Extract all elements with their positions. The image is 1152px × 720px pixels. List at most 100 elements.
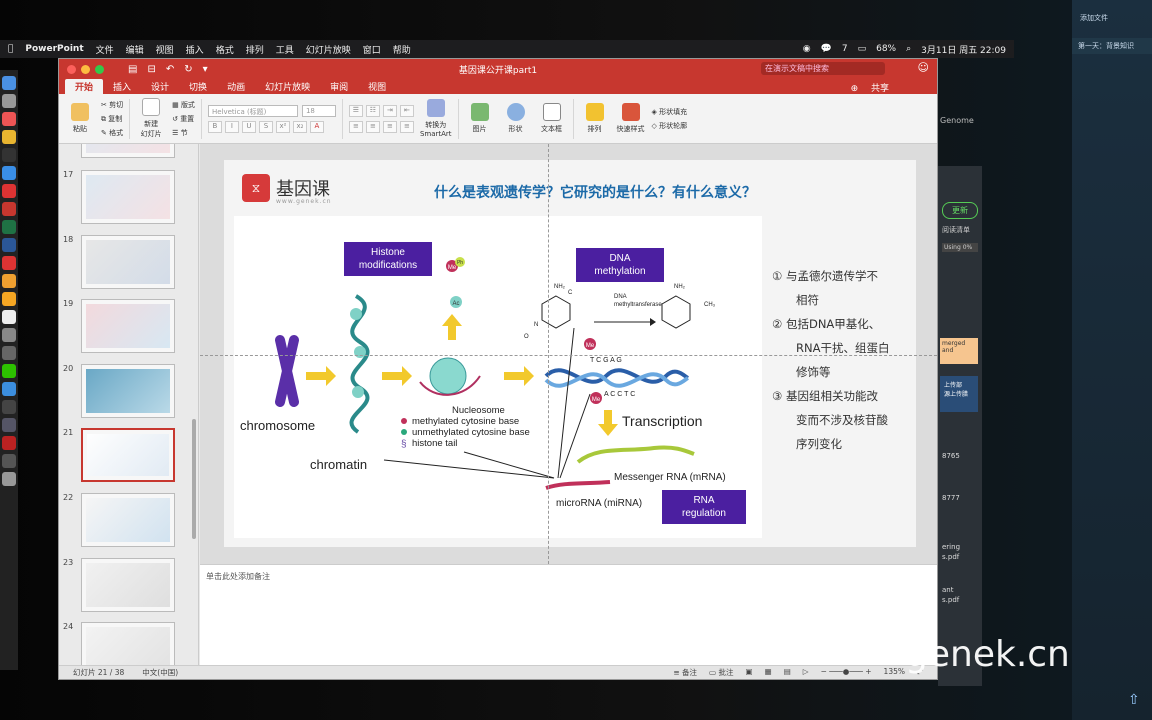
zoom-level[interactable]: 135% bbox=[884, 667, 905, 678]
terminal-icon[interactable] bbox=[2, 148, 16, 162]
tab-insert[interactable]: 插入 bbox=[103, 79, 141, 94]
slide-title[interactable]: 什么是表观遗传学？它研究的是什么？有什么意义？ bbox=[434, 182, 756, 202]
add-file-button[interactable]: 添加文件 bbox=[1080, 13, 1108, 23]
font-size-field[interactable]: 18 bbox=[301, 104, 336, 117]
tab-transitions[interactable]: 切换 bbox=[179, 79, 217, 94]
search-input[interactable]: 在演示文稿中搜索 bbox=[761, 62, 885, 75]
app-icon[interactable] bbox=[2, 328, 16, 342]
slide-editing-canvas[interactable]: ⧖ 基因课 www.genek.cn 什么是表观遗传学？它研究的是什么？有什么意… bbox=[200, 144, 937, 564]
subscript-button[interactable]: x₂ bbox=[292, 120, 307, 133]
app-icon[interactable] bbox=[2, 292, 16, 306]
font-color-button[interactable]: A bbox=[309, 120, 324, 133]
slide-thumbnail[interactable] bbox=[81, 622, 175, 666]
finder-icon[interactable] bbox=[2, 76, 16, 90]
word-icon[interactable] bbox=[2, 238, 16, 252]
reading-view-icon[interactable]: ▤ bbox=[784, 667, 791, 678]
apple-icon[interactable]:  bbox=[8, 44, 13, 54]
tab-review[interactable]: 审阅 bbox=[320, 79, 358, 94]
menu-format[interactable]: 格式 bbox=[216, 43, 234, 56]
notes-icon[interactable] bbox=[2, 310, 16, 324]
outdent-button[interactable]: ⇤ bbox=[399, 104, 414, 117]
filezilla-icon[interactable] bbox=[2, 436, 16, 450]
app-icon[interactable] bbox=[2, 184, 16, 198]
slide-thumbnail[interactable] bbox=[81, 493, 175, 547]
cut-button[interactable]: ✂ 剪切 bbox=[101, 100, 123, 110]
powerpoint-icon[interactable] bbox=[2, 202, 16, 216]
align-left-button[interactable]: ≡ bbox=[348, 120, 363, 133]
menubar-datetime[interactable]: 3月11日 周五 22:09 bbox=[921, 43, 1006, 56]
app-icon[interactable] bbox=[2, 400, 16, 414]
slide-thumbnail-selected[interactable] bbox=[81, 428, 175, 482]
slide-thumbnail[interactable] bbox=[81, 170, 175, 224]
strikethrough-button[interactable]: S bbox=[258, 120, 273, 133]
wechat-dock-icon[interactable] bbox=[2, 364, 16, 378]
language-indicator[interactable]: 中文(中国) bbox=[142, 667, 178, 678]
font-name-field[interactable]: Helvetica (标题) bbox=[207, 104, 298, 117]
shape-button[interactable]: 形状 bbox=[501, 103, 531, 134]
chrome-icon[interactable] bbox=[2, 130, 16, 144]
status-icon[interactable]: ◉ bbox=[803, 44, 811, 54]
zoom-slider[interactable]: − ───●─── + bbox=[821, 667, 872, 678]
slide-bullet-text[interactable]: ① 与孟德尔遗传学不 相符 ② 包括DNA甲基化、 RNA干扰、组蛋白 修饰等 … bbox=[772, 264, 912, 456]
excel-icon[interactable] bbox=[2, 220, 16, 234]
upload-arrow-icon[interactable]: ⇧ bbox=[1128, 692, 1140, 708]
new-slide-button[interactable]: 新建 幻灯片 bbox=[136, 98, 166, 139]
numbering-button[interactable]: ☷ bbox=[365, 104, 380, 117]
shape-fill-button[interactable]: ◈ 形状填充 bbox=[652, 107, 688, 117]
app-icon[interactable] bbox=[2, 454, 16, 468]
underline-button[interactable]: U bbox=[241, 120, 256, 133]
copy-button[interactable]: ⧉ 复制 bbox=[101, 114, 123, 124]
battery-icon[interactable]: ▭ bbox=[858, 44, 867, 54]
justify-button[interactable]: ≡ bbox=[399, 120, 414, 133]
menu-help[interactable]: 帮助 bbox=[393, 43, 411, 56]
search-icon[interactable]: ⌕ bbox=[906, 44, 911, 54]
menu-file[interactable]: 文件 bbox=[96, 43, 114, 56]
slide-thumbnail[interactable] bbox=[81, 144, 175, 158]
bullets-button[interactable]: ☰ bbox=[348, 104, 363, 117]
section-button[interactable]: ☰ 节 bbox=[172, 128, 195, 138]
feedback-icon[interactable]: ☺ bbox=[918, 61, 929, 74]
app-icon[interactable] bbox=[2, 418, 16, 432]
paste-button[interactable]: 粘贴 bbox=[65, 103, 95, 134]
bold-button[interactable]: B bbox=[207, 120, 222, 133]
textbox-button[interactable]: 文本框 bbox=[537, 103, 567, 134]
layout-button[interactable]: ▦ 版式 bbox=[172, 100, 195, 110]
speaker-notes-field[interactable]: 单击此处添加备注 bbox=[200, 564, 937, 666]
app-icon[interactable] bbox=[2, 256, 16, 270]
reset-button[interactable]: ↺ 重置 bbox=[172, 114, 195, 124]
app-icon[interactable] bbox=[2, 346, 16, 360]
menu-slideshow[interactable]: 幻灯片放映 bbox=[306, 43, 351, 56]
epigenetics-figure[interactable]: Histone modifications DNA methylation RNA r… bbox=[234, 216, 762, 538]
launchpad-icon[interactable] bbox=[2, 94, 16, 108]
menubar-app-name[interactable]: PowerPoint bbox=[25, 44, 83, 54]
arrange-button[interactable]: 排列 bbox=[580, 103, 610, 134]
menu-tools[interactable]: 工具 bbox=[276, 43, 294, 56]
format-painter-button[interactable]: ✎ 格式 bbox=[101, 128, 123, 138]
menu-window[interactable]: 窗口 bbox=[363, 43, 381, 56]
tab-design[interactable]: 设计 bbox=[141, 79, 179, 94]
tab-home[interactable]: 开始 bbox=[65, 79, 104, 94]
menu-insert[interactable]: 插入 bbox=[186, 43, 204, 56]
slideshow-view-icon[interactable]: ▷ bbox=[803, 667, 809, 678]
wechat-icon[interactable]: 💬 bbox=[821, 44, 832, 54]
tab-animations[interactable]: 动画 bbox=[217, 79, 255, 94]
align-right-button[interactable]: ≡ bbox=[382, 120, 397, 133]
app-icon[interactable] bbox=[2, 274, 16, 288]
italic-button[interactable]: I bbox=[224, 120, 239, 133]
menu-arrange[interactable]: 排列 bbox=[246, 43, 264, 56]
tab-view[interactable]: 视图 bbox=[358, 79, 396, 94]
comments-toggle[interactable]: ▭ 批注 bbox=[709, 667, 733, 678]
safari-icon[interactable] bbox=[2, 166, 16, 180]
app-icon[interactable] bbox=[2, 382, 16, 396]
slide-thumbnail[interactable] bbox=[81, 558, 175, 612]
align-center-button[interactable]: ≡ bbox=[365, 120, 380, 133]
share-button[interactable]: ⊕ 共享 bbox=[841, 80, 909, 95]
sorter-view-icon[interactable]: ▦ bbox=[765, 667, 772, 678]
slide-thumbnail[interactable] bbox=[81, 364, 175, 418]
convert-smartart-button[interactable]: 转换为 SmartArt bbox=[420, 99, 452, 138]
notes-toggle[interactable]: ≡ 备注 bbox=[673, 667, 697, 678]
reading-list-label[interactable]: 阅读清单 bbox=[942, 225, 978, 235]
update-button[interactable]: 更新 bbox=[942, 202, 978, 219]
indent-button[interactable]: ⇥ bbox=[382, 104, 397, 117]
picture-button[interactable]: 图片 bbox=[465, 103, 495, 134]
